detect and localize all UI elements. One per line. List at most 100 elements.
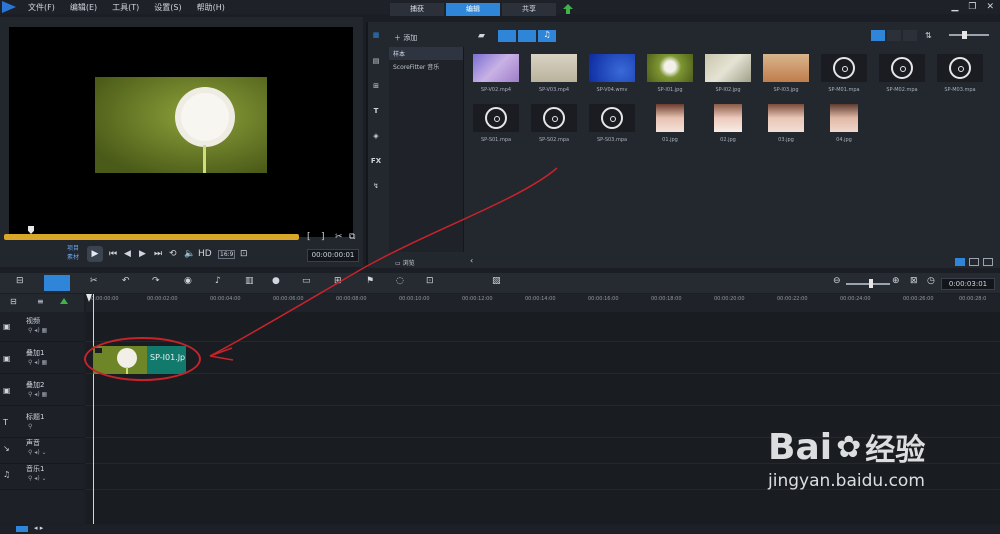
track-header-music[interactable]: ♫ 音乐1 ⚲ ◂) ⌄ [0, 460, 84, 490]
fit-project-icon[interactable]: ⊠ [910, 276, 918, 286]
timeline-timecode[interactable]: 0:00:03:01 [941, 278, 995, 290]
media-item[interactable]: SP-V04.wmv [586, 54, 638, 93]
tab-edit[interactable]: 编辑 [446, 3, 500, 16]
media-item[interactable]: SP-S03.mpa [586, 104, 638, 143]
path-icon[interactable]: ↯ [370, 182, 382, 192]
scrubber-bar[interactable] [4, 234, 299, 240]
tab-share[interactable]: 共享 [502, 3, 556, 16]
media-item[interactable]: SP-I02.jpg [702, 54, 754, 93]
repeat-icon[interactable]: ⟲ [169, 249, 177, 259]
record-capture-icon[interactable]: ◉ [184, 276, 192, 286]
go-start-icon[interactable]: ⏮ [109, 249, 117, 259]
go-end-icon[interactable]: ⏭ [154, 249, 162, 259]
redo-icon[interactable]: ↷ [152, 276, 160, 286]
snapshot-icon[interactable]: ⊡ [240, 249, 248, 259]
thumbnail-size-slider[interactable] [949, 34, 989, 36]
options-icon[interactable] [955, 258, 965, 266]
menu-settings[interactable]: 设置(S) [154, 2, 181, 13]
track-lane[interactable] [86, 376, 1000, 406]
mode-clip[interactable]: 素材 [67, 253, 79, 262]
sort-icon[interactable]: ⇅ [925, 31, 932, 40]
menu-help[interactable]: 帮助(H) [197, 2, 225, 13]
import-folder-icon[interactable]: ▰ [478, 31, 485, 41]
track-header-video[interactable]: ▣ 视频 ⚲ ◂) ▦ [0, 312, 84, 342]
media-library-icon[interactable]: ▦ [370, 31, 382, 41]
scroll-arrows-icon[interactable]: ◂ ▸ [34, 524, 43, 532]
media-item[interactable]: SP-S02.mpa [528, 104, 580, 143]
folder-item-samples[interactable]: 样本 [389, 47, 463, 60]
collapse-left-icon[interactable]: ‹ [470, 256, 473, 265]
tools-icon[interactable]: ✂ [90, 276, 98, 286]
track-header-overlay2[interactable]: ▣ 叠加2 ⚲ ◂) ▦ [0, 376, 84, 406]
filter-fx-icon[interactable]: FX [370, 157, 382, 167]
media-item[interactable]: SP-I01.jpg [644, 54, 696, 93]
play-button[interactable]: ▶ [87, 246, 103, 262]
mask-creator-icon[interactable]: ⚑ [366, 276, 374, 286]
track-controls[interactable]: ⚲ ◂) ⌄ [28, 449, 47, 456]
track-height-icon[interactable] [16, 526, 28, 532]
ripple-edit-icon[interactable] [60, 298, 68, 304]
instant-project-icon[interactable]: ▤ [370, 57, 382, 67]
expand-icon[interactable] [983, 258, 993, 266]
zoom-in-icon[interactable]: ⊕ [892, 276, 900, 286]
media-item[interactable]: SP-S01.mpa [470, 104, 522, 143]
track-manager-icon[interactable]: ⊟ [10, 297, 17, 306]
track-controls[interactable]: ⚲ ◂) ▦ [28, 327, 47, 334]
layout-icon[interactable] [969, 258, 979, 266]
track-header-overlay1[interactable]: ▣ 叠加1 ⚲ ◂) ▦ [0, 344, 84, 374]
thumbnail-size-handle[interactable] [962, 31, 967, 39]
undo-icon[interactable]: ↶ [122, 276, 130, 286]
time-remap-icon[interactable]: ◌ [396, 276, 404, 286]
prev-frame-icon[interactable]: ◀ [124, 249, 131, 259]
show-audio-icon[interactable]: ♫ [538, 30, 556, 42]
media-item[interactable]: SP-V03.mp4 [528, 54, 580, 93]
subtitle-editor-icon[interactable]: ▭ [302, 276, 311, 286]
aspect-ratio-icon[interactable]: 16:9 [218, 250, 236, 259]
track-lane[interactable] [86, 312, 1000, 342]
chapter-icon[interactable]: ≡ [37, 297, 44, 306]
title-icon[interactable]: T [370, 107, 382, 117]
media-item[interactable]: SP-V02.mp4 [470, 54, 522, 93]
media-item[interactable]: 01.jpg [644, 104, 696, 143]
menu-tools[interactable]: 工具(T) [112, 2, 139, 13]
timeline-view-icon[interactable] [44, 275, 70, 291]
auto-music-icon[interactable]: ▥ [245, 276, 254, 286]
media-item[interactable]: 04.jpg [818, 104, 870, 143]
track-controls[interactable]: ⚲ ◂) ⌄ [28, 475, 47, 482]
track-controls[interactable]: ⚲ ◂) ▦ [28, 359, 47, 366]
preview-timecode[interactable]: 00:00:00:01 [307, 249, 359, 262]
timeline-zoom-handle[interactable] [869, 279, 873, 288]
media-item[interactable]: 02.jpg [702, 104, 754, 143]
motion-tracking-icon[interactable]: ● [272, 276, 280, 286]
mode-project[interactable]: 项目 [67, 244, 79, 253]
volume-icon[interactable]: 🔈 [184, 249, 195, 259]
media-item[interactable]: SP-M03.mpa [934, 54, 986, 93]
list-view-icon[interactable] [871, 30, 885, 41]
mark-out-icon[interactable]: ] [321, 232, 325, 242]
show-video-icon[interactable] [498, 30, 516, 42]
enlarge-icon[interactable]: ⧉ [349, 232, 355, 242]
track-lanes[interactable] [86, 312, 1000, 524]
detail-view-icon[interactable] [887, 30, 901, 41]
sound-mixer-icon[interactable]: ♪ [215, 276, 221, 286]
media-item[interactable]: SP-M02.mpa [876, 54, 928, 93]
multi-camera-icon[interactable]: ⊞ [334, 276, 342, 286]
multi-trim-icon[interactable]: ▧ [492, 276, 501, 286]
tab-capture[interactable]: 捕获 [390, 3, 444, 16]
minimize-icon[interactable]: ▁ [951, 2, 958, 12]
track-lane[interactable] [86, 344, 1000, 374]
folder-item-scorefitter[interactable]: ScoreFitter 音乐 [389, 60, 463, 73]
transition-icon[interactable]: ⊞ [370, 82, 382, 92]
split-icon[interactable]: ✂ [335, 232, 343, 242]
hd-toggle[interactable]: HD [198, 249, 212, 259]
browse-button[interactable]: ▭ 浏览 [395, 258, 415, 267]
timeline-ruler[interactable]: 00:00:00:00 00:00:02:00 00:00:04:00 00:0… [86, 294, 1000, 312]
track-controls[interactable]: ⚲ [28, 423, 32, 430]
media-item[interactable]: SP-M01.mpa [818, 54, 870, 93]
media-item[interactable]: 03.jpg [760, 104, 812, 143]
menu-file[interactable]: 文件(F) [28, 2, 55, 13]
menu-edit[interactable]: 编辑(E) [70, 2, 97, 13]
pan-zoom-icon[interactable]: ⊡ [426, 276, 434, 286]
storyboard-view-icon[interactable]: ⊟ [16, 276, 24, 286]
maximize-icon[interactable]: ❐ [968, 2, 976, 12]
